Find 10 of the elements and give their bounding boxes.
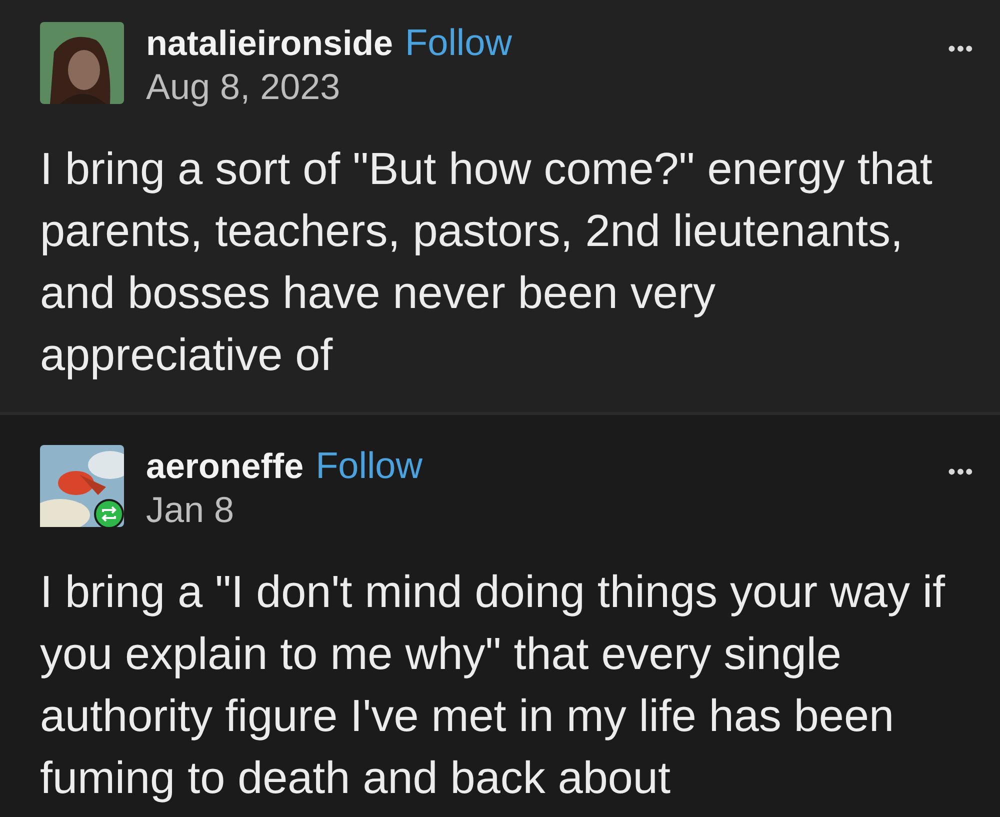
username[interactable]: natalieironside [146, 24, 394, 64]
follow-link[interactable]: Follow [405, 22, 512, 64]
more-options-button[interactable]: ••• [948, 459, 974, 485]
username[interactable]: aeroneffe [146, 447, 304, 487]
post-text: I bring a sort of "But how come?" energy that parents, teachers, pastors, 2nd lieutenants, and bosses have never been very appreciative of [40, 142, 934, 382]
more-options-button[interactable]: ••• [948, 36, 974, 62]
post-date: Aug 8, 2023 [146, 66, 342, 108]
post-date: Jan 8 [146, 489, 236, 531]
follow-link[interactable]: Follow [316, 445, 422, 487]
post-text: I bring a "I don't mind doing things your way if you explain to me why" that every single authority figure I've met in my life has been fuming to death and back about [40, 565, 946, 805]
